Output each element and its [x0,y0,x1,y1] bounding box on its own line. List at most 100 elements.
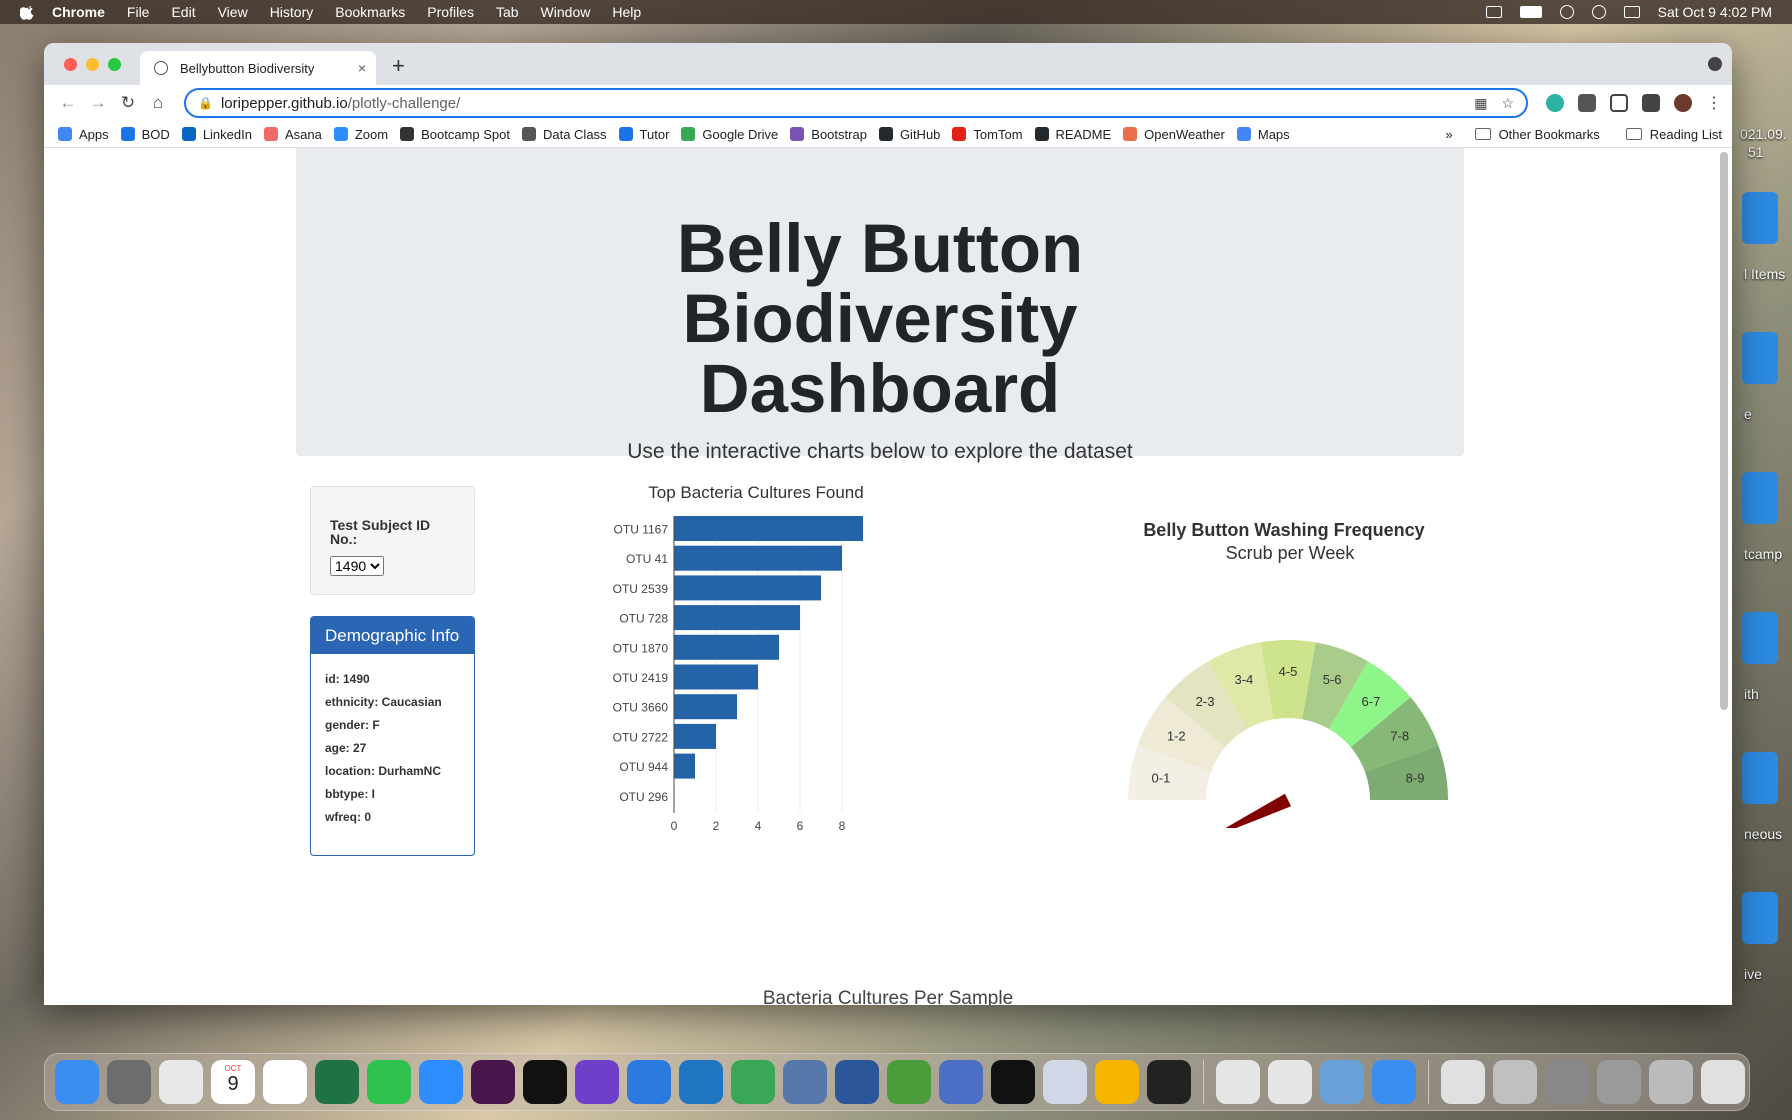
dock-app-icon[interactable] [1649,1060,1693,1104]
menu-edit[interactable]: Edit [171,4,195,20]
close-window-button[interactable] [64,58,77,71]
dock-app-icon[interactable] [679,1060,723,1104]
bookmark-bootstrap[interactable]: Bootstrap [790,127,867,142]
dock-app-icon[interactable] [159,1060,203,1104]
dock-app-icon[interactable] [1701,1060,1745,1104]
desktop-folder-icon[interactable] [1742,892,1778,944]
reload-icon[interactable]: ↻ [118,93,138,113]
desktop-folder-icon[interactable] [1742,332,1778,384]
bar[interactable] [674,664,758,690]
dock-app-icon[interactable] [1043,1060,1087,1104]
dock-app-icon[interactable] [367,1060,411,1104]
bookmark-data-class[interactable]: Data Class [521,127,607,142]
bookmark-tomtom[interactable]: TomTom [952,127,1023,142]
dock-app-icon[interactable] [1216,1060,1260,1104]
dock-app-icon[interactable] [107,1060,151,1104]
bookmark-star-icon[interactable]: ☆ [1501,95,1514,112]
desktop-folder-icon[interactable] [1742,192,1778,244]
menu-profiles[interactable]: Profiles [427,4,474,20]
bookmark-bod[interactable]: BOD [120,127,170,142]
control-center-icon[interactable] [1623,6,1640,18]
menu-window[interactable]: Window [541,4,591,20]
menubar-clock[interactable]: Sat Oct 9 4:02 PM [1658,4,1772,20]
profile-avatar[interactable] [1674,94,1692,112]
address-bar[interactable]: 🔒 loripepper.github.io/plotly-challenge/… [184,88,1528,118]
bookmark-readme[interactable]: README [1034,127,1111,142]
washing-frequency-gauge[interactable]: Belly Button Washing Frequency Scrub per … [1064,508,1464,828]
tab-bellybutton[interactable]: Bellybutton Biodiversity × [140,51,376,85]
dock-app-icon[interactable] [1268,1060,1312,1104]
bookmark-maps[interactable]: Maps [1236,127,1290,142]
bar[interactable] [674,634,779,660]
bookmark-apps[interactable]: Apps [58,127,109,142]
dock-app-icon[interactable] [991,1060,1035,1104]
other-bookmarks-folder[interactable]: Other Bookmarks [1474,127,1600,142]
display-icon[interactable] [1485,6,1502,18]
top-bacteria-bar-chart[interactable]: Top Bacteria Cultures Found OTU 1167 OTU 4… [574,478,934,898]
menu-bookmarks[interactable]: Bookmarks [335,4,405,20]
bookmark-bootcamp-spot[interactable]: Bootcamp Spot [400,127,510,142]
close-tab-icon[interactable]: × [358,60,366,76]
dock-app-icon[interactable] [471,1060,515,1104]
dock-app-icon[interactable] [1147,1060,1191,1104]
tab-search-icon[interactable] [1708,57,1722,71]
bar[interactable] [674,723,716,749]
menu-view[interactable]: View [218,4,248,20]
bar[interactable] [674,545,842,571]
dock-app-icon[interactable] [1597,1060,1641,1104]
subject-id-select[interactable]: 1490 [330,556,384,576]
bookmark-google-drive[interactable]: Google Drive [681,127,778,142]
bookmark-github[interactable]: GitHub [878,127,940,142]
bar[interactable] [674,753,695,779]
dock-app-icon[interactable] [263,1060,307,1104]
menu-chrome[interactable]: Chrome [52,4,105,20]
dock-app-icon[interactable] [419,1060,463,1104]
menu-tab[interactable]: Tab [496,4,519,20]
bookmark-openweather[interactable]: OpenWeather [1123,127,1225,142]
dock-app-icon[interactable] [627,1060,671,1104]
dock-app-icon[interactable] [1441,1060,1485,1104]
dock-app-icon[interactable] [1372,1060,1416,1104]
dock-app-icon[interactable] [1493,1060,1537,1104]
dock-app-icon[interactable] [835,1060,879,1104]
dock-app-icon[interactable]: OCT 9 [211,1060,255,1104]
bar[interactable] [674,605,800,631]
zoom-window-button[interactable] [108,58,121,71]
dock-app-icon[interactable] [783,1060,827,1104]
new-tab-button[interactable]: + [392,53,405,79]
extension-m-icon[interactable] [1546,94,1564,112]
pocket-icon[interactable] [1610,94,1628,112]
bar[interactable] [674,516,863,541]
bookmark-zoom[interactable]: Zoom [333,127,388,142]
dock-app-icon[interactable] [939,1060,983,1104]
chrome-menu-icon[interactable]: ⋮ [1706,93,1722,113]
qr-code-icon[interactable]: ▦ [1474,95,1487,112]
dock-app-icon[interactable] [575,1060,619,1104]
battery-icon[interactable] [1519,6,1542,18]
reading-list-button[interactable]: Reading List [1625,127,1722,142]
desktop-folder-icon[interactable] [1742,612,1778,664]
dock-app-icon[interactable] [1095,1060,1139,1104]
bar[interactable] [674,694,737,720]
dock-app-icon[interactable] [887,1060,931,1104]
desktop-folder-icon[interactable] [1742,472,1778,524]
bookmark-linkedin[interactable]: LinkedIn [181,127,252,142]
page-scrollbar[interactable] [1720,152,1728,710]
extensions-puzzle-icon[interactable] [1642,94,1660,112]
more-bookmarks-chevron[interactable]: » [1445,127,1452,142]
spotlight-search-icon[interactable] [1591,5,1606,19]
bookmark-tutor[interactable]: Tutor [618,127,669,142]
menu-help[interactable]: Help [612,4,641,20]
dock-app-icon[interactable] [731,1060,775,1104]
dock-app-icon[interactable] [1320,1060,1364,1104]
home-icon[interactable]: ⌂ [148,93,168,113]
menu-file[interactable]: File [127,4,150,20]
forward-icon[interactable]: → [88,93,108,113]
dock-app-icon[interactable] [1545,1060,1589,1104]
menu-history[interactable]: History [270,4,314,20]
bar[interactable] [674,575,821,601]
dock-app-icon[interactable] [315,1060,359,1104]
dock-app-icon[interactable] [523,1060,567,1104]
extension-clipper-icon[interactable] [1578,94,1596,112]
lock-icon[interactable]: 🔒 [198,96,213,110]
